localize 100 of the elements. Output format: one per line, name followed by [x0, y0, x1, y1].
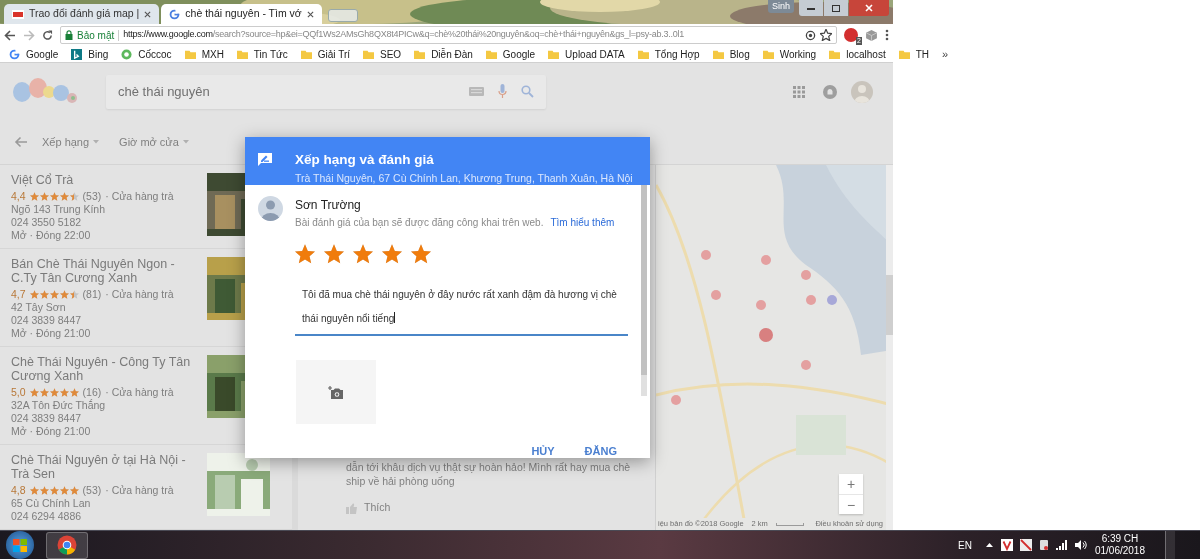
bookmark-item[interactable]: Tổng Hợp [637, 46, 700, 62]
target-icon [805, 29, 816, 41]
rating-value: 5,0 [11, 386, 26, 399]
star-icon [59, 486, 69, 495]
star-icon [39, 192, 49, 201]
bookmark-item[interactable]: Giải Trí [300, 46, 350, 62]
scrollbar[interactable] [886, 165, 893, 530]
search-field[interactable]: chè thái nguyên [106, 74, 546, 109]
reload-icon[interactable] [42, 29, 53, 41]
place-address: 32A Tôn Đức Thắng [11, 399, 107, 412]
place-phone: 024 3550 5182 [11, 216, 83, 229]
bookmark-item[interactable]: Google [485, 46, 536, 62]
bookmark-item[interactable]: localhost [829, 46, 886, 62]
folder-icon [236, 48, 248, 60]
star-icon[interactable] [382, 244, 402, 264]
star-icon[interactable] [353, 244, 373, 264]
bookmark-item[interactable]: SEO [363, 46, 402, 62]
cancel-button[interactable]: HỦY [527, 440, 559, 463]
place-phone: 024 3839 8447 [11, 314, 83, 327]
folder-icon [898, 48, 910, 60]
place-category: · Cửa hàng trà [105, 386, 174, 399]
bookmark-item[interactable]: Working [762, 46, 817, 62]
microphone-icon[interactable] [498, 84, 507, 99]
tab-title: chè thái nguyên - Tìm vớ [185, 6, 302, 22]
place-category: · Cửa hàng trà [105, 288, 174, 301]
star-icon[interactable] [324, 244, 344, 264]
bookmark-item[interactable]: MXH [184, 46, 224, 62]
post-button[interactable]: ĐĂNG [580, 440, 621, 463]
lock-icon [65, 30, 73, 40]
user-name: Sơn Trường [295, 198, 362, 212]
review-count: (53) [82, 484, 102, 497]
flag-icon[interactable] [1019, 539, 1032, 551]
star-icon [39, 290, 49, 299]
folder-icon [548, 48, 560, 60]
star-icon [69, 290, 79, 299]
bookmark-item[interactable]: Cốccoc [121, 46, 172, 62]
folder-icon [637, 48, 649, 60]
apps-grid-icon[interactable] [793, 85, 805, 98]
star-icon[interactable] [295, 244, 315, 264]
place-address: Trà Thái Nguyên, 67 Cù Chính Lan, Khương Trung, Thanh Xuân, Hà Nội [295, 171, 633, 185]
show-desktop-button[interactable] [1165, 531, 1175, 559]
place-category: · Cửa hàng trà [105, 190, 174, 203]
bookmark-item[interactable]: Bing [71, 46, 109, 62]
rating-value: 4,8 [11, 484, 26, 497]
bookmark-item[interactable]: Tin Tức [236, 46, 288, 62]
scrollbar[interactable] [641, 185, 647, 396]
close-icon[interactable] [306, 10, 314, 18]
taskbar-app-button[interactable] [46, 531, 88, 559]
maximize-button[interactable] [824, 0, 848, 16]
review-text: dẫn tới khâu dịch vụ thật sự hoàn hảo! Mình rất hay mua chè ship về hải phòng uống [346, 460, 632, 489]
star-icon [29, 192, 39, 201]
back-arrow-icon[interactable] [4, 29, 16, 41]
camera-plus-icon [328, 385, 344, 399]
menu-icon[interactable] [885, 29, 889, 41]
network-bars-icon[interactable] [1055, 540, 1068, 550]
url-text: https://www.google.com/search?source=hp&ei=QQf1Ws2AMsGh8QX8t4PICw&q=chè%20thái%20nguyên&oq=chè+thái+nguyên&gs_l=psy-ab.3..0l1 [123, 28, 685, 42]
speaker-icon[interactable] [1074, 540, 1087, 550]
minimize-icon [807, 6, 815, 10]
folder-icon [829, 48, 841, 60]
review-count: (81) [82, 288, 102, 301]
new-tab-button[interactable] [327, 9, 358, 22]
star-icon [59, 290, 69, 299]
star-icon [29, 486, 39, 495]
bookmark-star-icon[interactable] [820, 29, 832, 41]
browser-tab[interactable]: chè thái nguyên - Tìm vớ [161, 4, 322, 24]
scale-bar [775, 522, 804, 526]
bookmark-item[interactable]: Google [9, 46, 59, 62]
app-tray-icon[interactable] [1000, 539, 1013, 551]
address-bar[interactable]: Bảo mật https://www.google.com/search?source=hp&ei=QQf1Ws2AMsGh8QX8t4PICw&q=chè%20thái%20nguyên&oq=chè+thái+nguyên&gs_l=psy-ab.3..0l1 [60, 26, 837, 44]
start-button[interactable] [6, 531, 34, 559]
minimize-button[interactable] [799, 0, 823, 16]
close-icon[interactable] [144, 10, 152, 18]
place-hours: Mở · Đóng 22:00 [11, 229, 92, 242]
caret-up-icon[interactable] [985, 543, 993, 547]
bookmark-item[interactable]: Upload DATA [548, 46, 625, 62]
browser-tab[interactable]: Trao đổi đánh giá map | [4, 4, 160, 24]
language-indicator[interactable]: EN [958, 537, 972, 553]
star-icon [59, 192, 69, 201]
place-name[interactable]: Bán Chè Thái Nguyên Ngon - C.Ty Tân Cương Xanh [11, 257, 201, 285]
learn-more-link[interactable]: Tìm hiểu thêm [550, 215, 615, 230]
bookmarks-overflow[interactable]: » [942, 45, 949, 63]
folder-icon [363, 48, 374, 60]
user-avatar [258, 196, 283, 221]
cube-icon[interactable] [865, 28, 878, 42]
folder-icon [300, 48, 312, 60]
bookmark-item[interactable]: Diễn Đàn [414, 46, 473, 62]
zoom-out-button[interactable]: − [839, 494, 863, 514]
device-icon[interactable] [1038, 539, 1049, 551]
review-input[interactable]: Tôi đã mua chè thái nguyên ở đây nước rất xanh đậm đà hương vị chè thái nguyên nổi tiếng [295, 277, 628, 336]
bookmark-item[interactable]: TH [898, 46, 929, 62]
search-icon[interactable] [521, 85, 534, 98]
bookmark-item[interactable]: Blog [712, 46, 750, 62]
notification-bell-icon[interactable] [823, 84, 837, 99]
star-icon [49, 192, 59, 201]
clock[interactable]: 6:39 CH 01/06/2018 [1094, 533, 1145, 557]
zoom-in-button[interactable]: + [839, 474, 863, 494]
star-icon [69, 192, 79, 201]
forward-arrow-icon[interactable] [23, 29, 35, 41]
add-photo-button[interactable] [296, 360, 376, 424]
star-icon[interactable] [411, 244, 431, 264]
